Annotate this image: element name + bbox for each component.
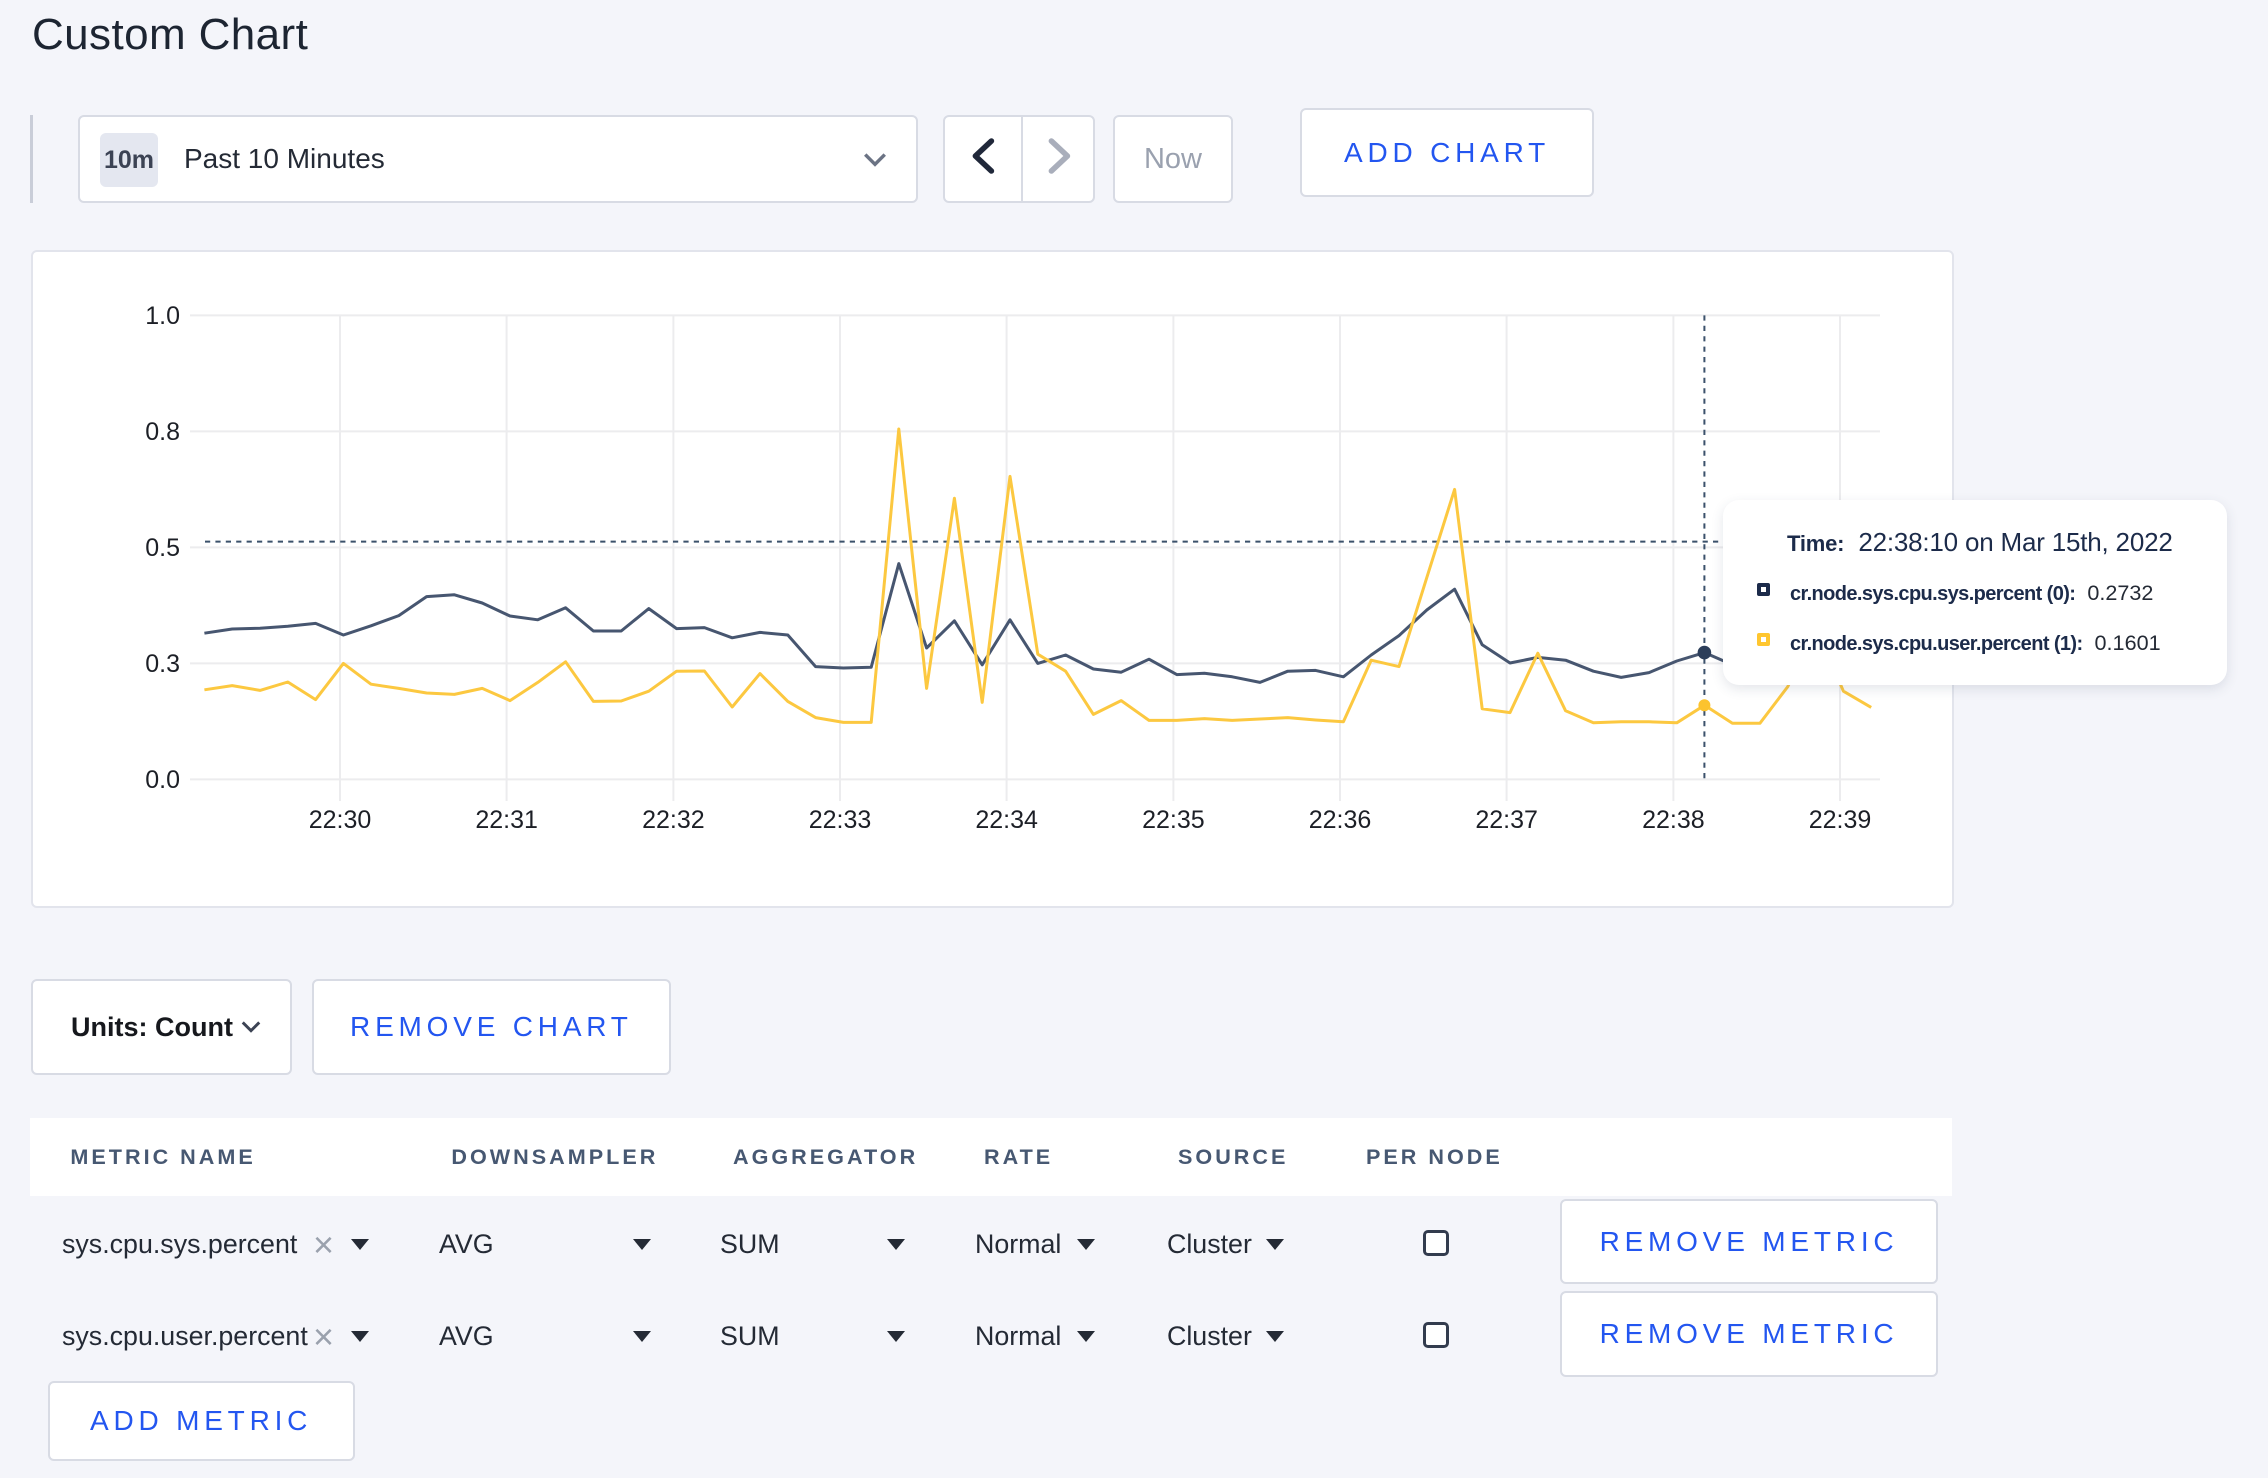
- svg-text:22:34: 22:34: [975, 806, 1038, 834]
- svg-text:22:38: 22:38: [1642, 806, 1705, 834]
- svg-text:22:33: 22:33: [809, 806, 872, 834]
- svg-text:22:37: 22:37: [1475, 806, 1538, 834]
- svg-text:22:30: 22:30: [309, 806, 372, 834]
- svg-text:0.5: 0.5: [145, 534, 180, 562]
- svg-text:22:36: 22:36: [1309, 806, 1372, 834]
- svg-text:22:32: 22:32: [642, 806, 705, 834]
- svg-text:0.3: 0.3: [145, 650, 180, 678]
- svg-text:0.8: 0.8: [145, 418, 180, 446]
- svg-text:22:31: 22:31: [475, 806, 538, 834]
- svg-text:0.0: 0.0: [145, 766, 180, 794]
- svg-text:22:35: 22:35: [1142, 806, 1205, 834]
- svg-text:22:39: 22:39: [1809, 806, 1872, 834]
- svg-text:1.0: 1.0: [145, 302, 180, 330]
